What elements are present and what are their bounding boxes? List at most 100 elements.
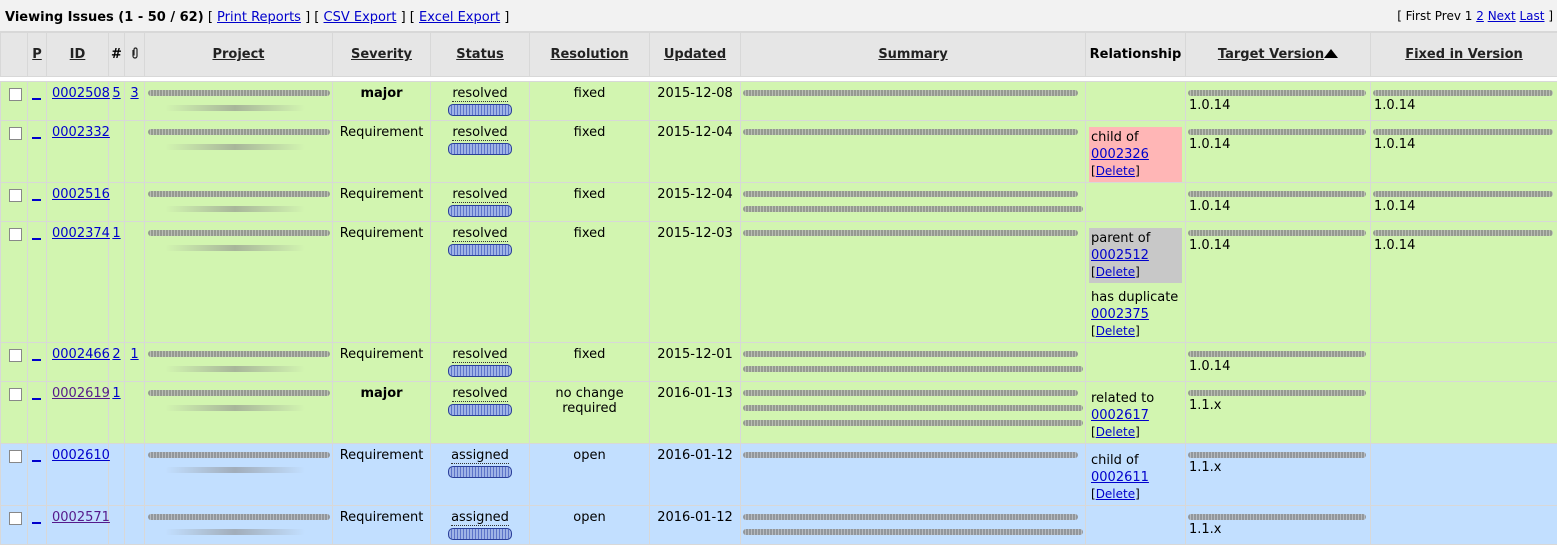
id-cell[interactable]: 0002610 bbox=[47, 444, 109, 506]
delete-relationship-link[interactable]: Delete bbox=[1096, 164, 1135, 178]
row-checkbox[interactable] bbox=[9, 88, 22, 101]
project-column-header[interactable]: Project bbox=[145, 33, 333, 77]
relationship-cell bbox=[1086, 343, 1186, 382]
status-column-header[interactable]: Status bbox=[431, 33, 530, 77]
row-checkbox[interactable] bbox=[9, 189, 22, 202]
severity-value: Requirement bbox=[340, 125, 424, 140]
notes-cell[interactable]: 1 bbox=[109, 222, 125, 343]
notes-cell[interactable] bbox=[109, 506, 125, 545]
table-row[interactable]: 00023741Requirementresolvedfixed2015-12-… bbox=[1, 222, 1557, 343]
id-column-header[interactable]: ID bbox=[47, 33, 109, 77]
toolbar-left: Viewing Issues (1 - 50 / 62) [ Print Rep… bbox=[5, 10, 509, 25]
resolution-cell: open bbox=[530, 506, 650, 545]
id-cell[interactable]: 0002508 bbox=[47, 82, 109, 121]
related-issue-link[interactable]: 0002375 bbox=[1091, 307, 1149, 322]
attachments-cell[interactable] bbox=[125, 121, 145, 183]
table-row[interactable]: 0002571Requirementassignedopen2016-01-12… bbox=[1, 506, 1557, 545]
status-value: assigned bbox=[451, 510, 509, 526]
issue-id-link[interactable]: 0002610 bbox=[52, 448, 110, 463]
issue-id-link[interactable]: 0002516 bbox=[52, 187, 110, 202]
attachments-cell[interactable]: 1 bbox=[125, 343, 145, 382]
delete-relationship-link[interactable]: Delete bbox=[1096, 487, 1135, 501]
issue-id-link[interactable]: 0002619 bbox=[52, 386, 110, 401]
row-checkbox[interactable] bbox=[9, 450, 22, 463]
row-checkbox[interactable] bbox=[9, 127, 22, 140]
id-cell[interactable]: 0002466 bbox=[47, 343, 109, 382]
related-issue-link[interactable]: 0002617 bbox=[1091, 408, 1149, 423]
summary-cell bbox=[741, 343, 1086, 382]
severity-value: Requirement bbox=[340, 347, 424, 362]
summary-column-header[interactable]: Summary bbox=[741, 33, 1086, 77]
notes-cell[interactable]: 2 bbox=[109, 343, 125, 382]
issue-id-link[interactable]: 0002571 bbox=[52, 510, 110, 525]
table-row[interactable]: 0002516Requirementresolvedfixed2015-12-0… bbox=[1, 183, 1557, 222]
row-checkbox[interactable] bbox=[9, 388, 22, 401]
select-cell[interactable] bbox=[1, 506, 28, 545]
id-cell[interactable]: 0002332 bbox=[47, 121, 109, 183]
select-cell[interactable] bbox=[1, 222, 28, 343]
severity-value: major bbox=[360, 86, 402, 101]
table-row[interactable]: 0002610Requirementassignedopen2016-01-12… bbox=[1, 444, 1557, 506]
related-issue-link[interactable]: 0002326 bbox=[1091, 147, 1149, 162]
select-cell[interactable] bbox=[1, 82, 28, 121]
print-reports-link[interactable]: Print Reports bbox=[217, 10, 301, 25]
notes-cell[interactable]: 1 bbox=[109, 382, 125, 444]
notes-cell[interactable] bbox=[109, 121, 125, 183]
select-cell[interactable] bbox=[1, 183, 28, 222]
page-2-link[interactable]: 2 bbox=[1476, 9, 1484, 23]
select-cell[interactable] bbox=[1, 121, 28, 183]
notes-cell[interactable] bbox=[109, 444, 125, 506]
csv-export-link[interactable]: CSV Export bbox=[324, 10, 397, 25]
related-issue-link[interactable]: 0002512 bbox=[1091, 248, 1149, 263]
id-cell[interactable]: 0002374 bbox=[47, 222, 109, 343]
select-cell[interactable] bbox=[1, 343, 28, 382]
delete-relationship-link[interactable]: Delete bbox=[1096, 324, 1135, 338]
fixed-in-version-column-header[interactable]: Fixed in Version bbox=[1371, 33, 1557, 77]
attachments-cell[interactable] bbox=[125, 444, 145, 506]
issue-id-link[interactable]: 0002466 bbox=[52, 347, 110, 362]
table-row[interactable]: 000250853majorresolvedfixed2015-12-081.0… bbox=[1, 82, 1557, 121]
table-row[interactable]: 00026191majorresolvedno change required2… bbox=[1, 382, 1557, 444]
issue-id-link[interactable]: 0002332 bbox=[52, 125, 110, 140]
resolution-column-header[interactable]: Resolution bbox=[530, 33, 650, 77]
updated-column-header[interactable]: Updated bbox=[650, 33, 741, 77]
notes-count-link[interactable]: 2 bbox=[112, 347, 120, 362]
excel-export-link[interactable]: Excel Export bbox=[419, 10, 500, 25]
target-version-column-header[interactable]: Target Version bbox=[1186, 33, 1371, 77]
id-cell[interactable]: 0002516 bbox=[47, 183, 109, 222]
status-value: assigned bbox=[451, 448, 509, 464]
notes-cell[interactable]: 5 bbox=[109, 82, 125, 121]
attachments-cell[interactable]: 3 bbox=[125, 82, 145, 121]
attachments-cell[interactable] bbox=[125, 183, 145, 222]
id-cell[interactable]: 0002571 bbox=[47, 506, 109, 545]
delete-relationship-link[interactable]: Delete bbox=[1096, 265, 1135, 279]
related-issue-link[interactable]: 0002611 bbox=[1091, 470, 1149, 485]
last-page-link[interactable]: Last bbox=[1519, 9, 1544, 23]
select-cell[interactable] bbox=[1, 382, 28, 444]
notes-cell[interactable] bbox=[109, 183, 125, 222]
attachments-cell[interactable] bbox=[125, 506, 145, 545]
select-cell[interactable] bbox=[1, 444, 28, 506]
table-row[interactable]: 0002332Requirementresolvedfixed2015-12-0… bbox=[1, 121, 1557, 183]
row-checkbox[interactable] bbox=[9, 349, 22, 362]
resolution-cell: fixed bbox=[530, 343, 650, 382]
next-page-link[interactable]: Next bbox=[1488, 9, 1516, 23]
notes-count-link[interactable]: 1 bbox=[112, 386, 120, 401]
priority-column-header[interactable]: P bbox=[28, 33, 47, 77]
notes-count-link[interactable]: 5 bbox=[112, 86, 120, 101]
attachments-cell[interactable] bbox=[125, 382, 145, 444]
attachment-count-link[interactable]: 1 bbox=[130, 347, 138, 362]
row-checkbox[interactable] bbox=[9, 512, 22, 525]
attachment-count-link[interactable]: 3 bbox=[130, 86, 138, 101]
issue-id-link[interactable]: 0002374 bbox=[52, 226, 110, 241]
table-row[interactable]: 000246621Requirementresolvedfixed2015-12… bbox=[1, 343, 1557, 382]
delete-relationship-link[interactable]: Delete bbox=[1096, 425, 1135, 439]
severity-column-header[interactable]: Severity bbox=[333, 33, 431, 77]
relationship-type: related to bbox=[1091, 391, 1154, 406]
attachments-cell[interactable] bbox=[125, 222, 145, 343]
row-checkbox[interactable] bbox=[9, 228, 22, 241]
notes-count-link[interactable]: 1 bbox=[112, 226, 120, 241]
updated-date: 2015-12-04 bbox=[657, 125, 733, 140]
issue-id-link[interactable]: 0002508 bbox=[52, 86, 110, 101]
id-cell[interactable]: 0002619 bbox=[47, 382, 109, 444]
